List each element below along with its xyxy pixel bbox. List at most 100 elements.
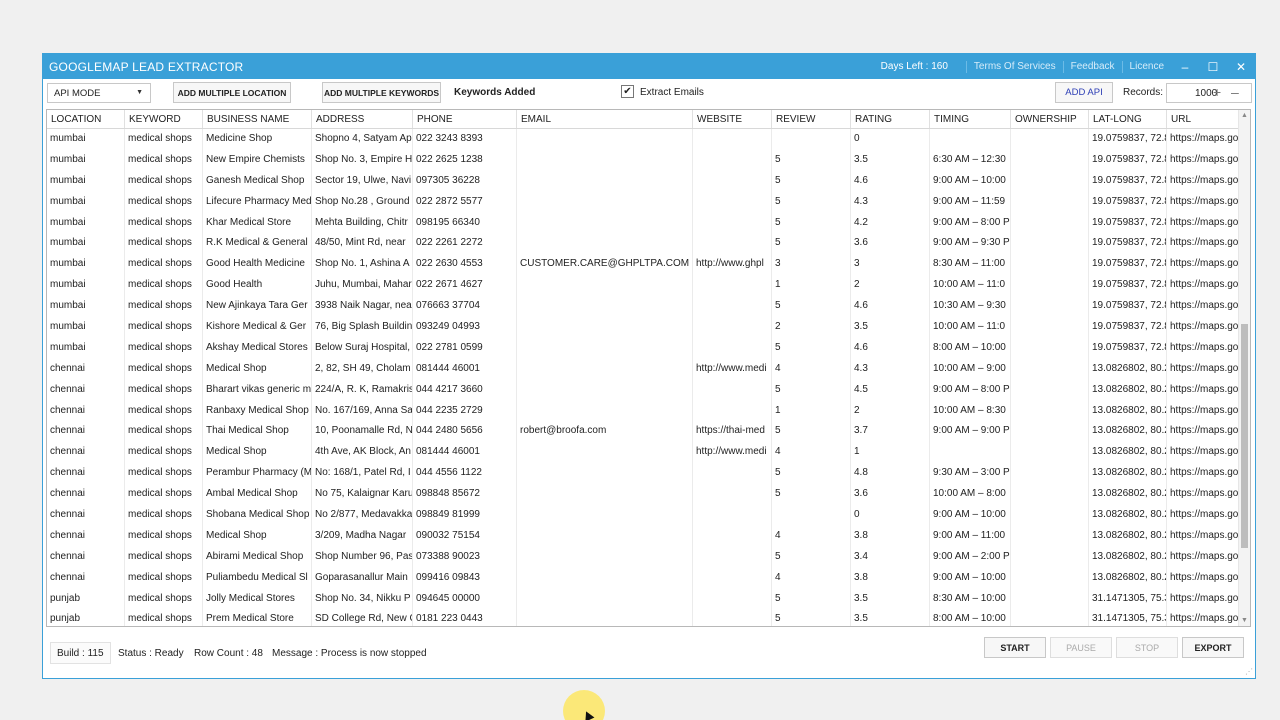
table-row[interactable]: mumbai medical shops Khar Medical Store Meh… [47, 212, 1239, 234]
app-title: GOOGLEMAP LEAD EXTRACTOR [49, 59, 244, 74]
add-multiple-location-button[interactable]: ADD MULTIPLE LOCATION [173, 82, 291, 103]
column-header-business-name[interactable]: BUSINESS NAME [203, 110, 312, 128]
table-row[interactable]: mumbai medical shops Medicine Shop Shopno 4… [47, 129, 1239, 150]
table-row[interactable]: chennai medical shops Puliambedu Medical S… [47, 567, 1239, 589]
cell-location: mumbai [47, 233, 125, 255]
vertical-scrollbar[interactable]: ▲ ▼ [1238, 110, 1250, 626]
feedback-link[interactable]: Feedback [1062, 60, 1122, 73]
table-row[interactable]: mumbai medical shops Lifecure Pharmacy Med… [47, 191, 1239, 213]
column-header-url[interactable]: URL [1167, 110, 1239, 128]
mode-select[interactable]: API MODE ▼ [47, 83, 151, 103]
cell-address: No. 167/169, Anna Sa [312, 400, 413, 422]
column-header-location[interactable]: LOCATION [47, 110, 125, 128]
cell-review: 5 [772, 546, 851, 568]
cell-email: CUSTOMER.CARE@GHPLTPA.COM [517, 254, 693, 276]
column-header-lat-long[interactable]: LAT-LONG [1089, 110, 1167, 128]
cell-address: 10, Poonamalle Rd, N [312, 421, 413, 443]
cell-rating: 3.4 [851, 546, 930, 568]
cell-business-name: Perambur Pharmacy (M [203, 463, 312, 485]
terms-link[interactable]: Terms Of Services [965, 60, 1063, 73]
cell-phone: 044 4217 3660 [413, 379, 517, 401]
cell-lat-long: 13.0826802, 80.2 [1089, 358, 1167, 380]
table-row[interactable]: mumbai medical shops Ganesh Medical Shop Se… [47, 170, 1239, 192]
cell-phone: 081444 46001 [413, 442, 517, 464]
start-button[interactable]: START [984, 637, 1046, 658]
table-row[interactable]: chennai medical shops Medical Shop 4th Ave,… [47, 442, 1239, 464]
add-api-button[interactable]: ADD API [1055, 82, 1113, 103]
column-header-keyword[interactable]: KEYWORD [125, 110, 203, 128]
cell-url: https://maps.goo [1167, 588, 1239, 610]
cell-location: chennai [47, 505, 125, 526]
table-row[interactable]: mumbai medical shops Good Health Juhu, Mumb… [47, 275, 1239, 297]
export-button[interactable]: EXPORT [1182, 637, 1244, 658]
cell-timing: 9:00 AM – 11:59 [930, 191, 1011, 213]
cell-business-name: Khar Medical Store [203, 212, 312, 234]
scroll-down-icon[interactable]: ▼ [1241, 617, 1248, 624]
cell-location: mumbai [47, 170, 125, 192]
cell-lat-long: 13.0826802, 80.2 [1089, 567, 1167, 589]
resize-grip-icon[interactable]: ⋰ [1245, 667, 1253, 676]
records-input[interactable]: 1000 [1166, 83, 1252, 103]
close-button[interactable]: ✕ [1227, 54, 1255, 79]
cell-email [517, 400, 693, 422]
licence-link[interactable]: Licence [1121, 60, 1171, 73]
plus-icon[interactable]: + [1213, 84, 1221, 100]
cell-phone: 094645 00000 [413, 588, 517, 610]
column-header-phone[interactable]: PHONE [413, 110, 517, 128]
column-header-email[interactable]: EMAIL [517, 110, 693, 128]
status-label: Status : Ready [118, 648, 184, 659]
cell-rating: 3.6 [851, 233, 930, 255]
cell-phone: 097305 36228 [413, 170, 517, 192]
cell-email [517, 525, 693, 547]
column-header-rating[interactable]: RATING [851, 110, 930, 128]
table-row[interactable]: chennai medical shops Abirami Medical Shop… [47, 546, 1239, 568]
results-grid[interactable]: LOCATION KEYWORD BUSINESS NAME ADDRESS PHONE… [46, 109, 1251, 627]
table-row[interactable]: chennai medical shops Medical Shop 2, 82, S… [47, 358, 1239, 380]
cell-rating: 3 [851, 254, 930, 276]
table-row[interactable]: chennai medical shops Ranbaxy Medical Shop… [47, 400, 1239, 422]
cell-location: chennai [47, 546, 125, 568]
cell-lat-long: 19.0759837, 72.8 [1089, 296, 1167, 318]
extract-emails-checkbox[interactable]: ✔ [621, 85, 634, 98]
cell-phone: 076663 37704 [413, 296, 517, 318]
table-row[interactable]: punjab medical shops Prem Medical Store SD … [47, 609, 1239, 626]
minimize-button[interactable]: – [1171, 54, 1199, 79]
cell-website: http://www.ghpl [693, 254, 772, 276]
cell-review: 5 [772, 233, 851, 255]
maximize-button[interactable]: ☐ [1199, 54, 1227, 79]
table-row[interactable]: mumbai medical shops New Ajinkaya Tara Ger… [47, 296, 1239, 318]
cell-url: https://maps.goo [1167, 609, 1239, 626]
column-header-ownership[interactable]: OWNERSHIP [1011, 110, 1089, 128]
cell-website [693, 129, 772, 150]
table-row[interactable]: chennai medical shops Perambur Pharmacy (M… [47, 463, 1239, 485]
stop-button[interactable]: STOP [1116, 637, 1178, 658]
scroll-up-icon[interactable]: ▲ [1241, 112, 1248, 119]
table-row[interactable]: chennai medical shops Medical Shop 3/209, M… [47, 525, 1239, 547]
cell-lat-long: 31.1471305, 75.3 [1089, 609, 1167, 626]
table-row[interactable]: punjab medical shops Jolly Medical Stores S… [47, 588, 1239, 610]
cell-ownership [1011, 296, 1089, 318]
minus-icon[interactable]: – [1231, 84, 1239, 100]
column-header-review[interactable]: REVIEW [772, 110, 851, 128]
cell-email [517, 233, 693, 255]
add-multiple-keywords-button[interactable]: ADD MULTIPLE KEYWORDS [322, 82, 441, 103]
column-header-address[interactable]: ADDRESS [312, 110, 413, 128]
table-row[interactable]: chennai medical shops Bharart vikas generi… [47, 379, 1239, 401]
cell-timing: 9:00 AM – 8:00 P [930, 379, 1011, 401]
table-row[interactable]: mumbai medical shops Kishore Medical & Ger… [47, 317, 1239, 338]
table-row[interactable]: mumbai medical shops R.K Medical & General… [47, 233, 1239, 255]
table-row[interactable]: chennai medical shops Shobana Medical Shop… [47, 505, 1239, 526]
table-row[interactable]: chennai medical shops Thai Medical Shop 10,… [47, 421, 1239, 443]
cell-email [517, 567, 693, 589]
pause-button[interactable]: PAUSE [1050, 637, 1112, 658]
table-row[interactable]: mumbai medical shops New Empire Chemists Sh… [47, 149, 1239, 171]
column-header-timing[interactable]: TIMING [930, 110, 1011, 128]
column-header-website[interactable]: WEBSITE [693, 110, 772, 128]
table-row[interactable]: mumbai medical shops Akshay Medical Stores… [47, 337, 1239, 359]
scrollbar-thumb[interactable] [1241, 324, 1248, 548]
cell-timing: 10:00 AM – 11:0 [930, 275, 1011, 297]
cell-rating: 4.2 [851, 212, 930, 234]
cell-location: chennai [47, 567, 125, 589]
table-row[interactable]: mumbai medical shops Good Health Medicine S… [47, 254, 1239, 276]
table-row[interactable]: chennai medical shops Ambal Medical Shop No… [47, 484, 1239, 506]
